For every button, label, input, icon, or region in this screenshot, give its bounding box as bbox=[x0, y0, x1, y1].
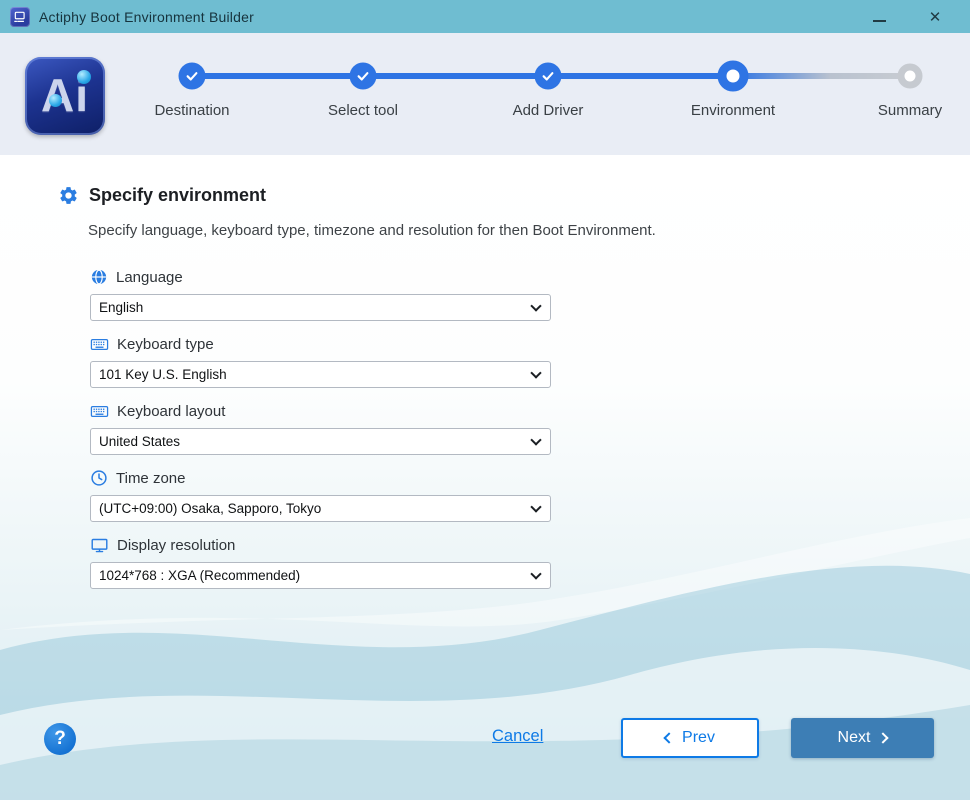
keyboard-layout-select[interactable]: United States bbox=[90, 428, 551, 455]
time-zone-select-wrap: (UTC+09:00) Osaka, Sapporo, Tokyo bbox=[90, 495, 551, 522]
globe-icon bbox=[90, 268, 108, 286]
check-icon bbox=[185, 69, 200, 84]
language-label-row: Language bbox=[90, 268, 551, 286]
page-description: Specify language, keyboard type, timezon… bbox=[88, 222, 656, 239]
keyboard-type-field-group: Keyboard type 101 Key U.S. English bbox=[90, 335, 551, 388]
titlebar: Actiphy Boot Environment Builder ✕ bbox=[0, 0, 970, 33]
computer-icon bbox=[13, 10, 27, 24]
field-label: Keyboard layout bbox=[117, 403, 225, 420]
keyboard-icon bbox=[90, 335, 109, 354]
step-summary: Summary bbox=[835, 33, 970, 155]
display-resolution-select-wrap: 1024*768 : XGA (Recommended) bbox=[90, 562, 551, 589]
close-button[interactable]: ✕ bbox=[924, 6, 946, 28]
display-resolution-field-group: Display resolution 1024*768 : XGA (Recom… bbox=[90, 536, 551, 589]
language-select[interactable]: English bbox=[90, 294, 551, 321]
page-title: Specify environment bbox=[89, 185, 266, 206]
clock-icon bbox=[90, 469, 108, 487]
chevron-right-icon bbox=[878, 732, 889, 743]
next-button-label: Next bbox=[838, 729, 871, 747]
keyboard-type-select-wrap: 101 Key U.S. English bbox=[90, 361, 551, 388]
main-content: Specify environment Specify language, ke… bbox=[0, 155, 970, 800]
step-completed-icon bbox=[350, 63, 377, 90]
time-zone-select[interactable]: (UTC+09:00) Osaka, Sapporo, Tokyo bbox=[90, 495, 551, 522]
wizard-stepper: Ai Destination Select tool bbox=[0, 33, 970, 155]
logo-text: Ai bbox=[25, 57, 105, 133]
keyboard-type-select[interactable]: 101 Key U.S. English bbox=[90, 361, 551, 388]
step-destination: Destination bbox=[117, 33, 267, 155]
app-window: Actiphy Boot Environment Builder ✕ Ai bbox=[0, 0, 970, 800]
cancel-link[interactable]: Cancel bbox=[492, 727, 543, 746]
step-label: Destination bbox=[117, 102, 267, 119]
next-button[interactable]: Next bbox=[791, 718, 934, 758]
question-mark-icon: ? bbox=[54, 728, 66, 750]
keyboard-layout-field-group: Keyboard layout United States bbox=[90, 402, 551, 455]
page-header: Specify environment bbox=[58, 185, 266, 206]
prev-button-label: Prev bbox=[682, 729, 715, 747]
step-select-tool: Select tool bbox=[288, 33, 438, 155]
logo-dot-a bbox=[49, 94, 62, 107]
keyboard-layout-label-row: Keyboard layout bbox=[90, 402, 551, 420]
keyboard-icon bbox=[90, 402, 109, 421]
prev-button[interactable]: Prev bbox=[621, 718, 759, 758]
check-icon bbox=[541, 69, 556, 84]
step-label: Add Driver bbox=[473, 102, 623, 119]
step-label: Select tool bbox=[288, 102, 438, 119]
actiphy-logo: Ai bbox=[25, 57, 105, 135]
window-controls: ✕ bbox=[868, 6, 960, 28]
window-title: Actiphy Boot Environment Builder bbox=[39, 9, 254, 25]
keyboard-type-label-row: Keyboard type bbox=[90, 335, 551, 353]
keyboard-layout-select-wrap: United States bbox=[90, 428, 551, 455]
step-completed-icon bbox=[179, 63, 206, 90]
minimize-icon bbox=[873, 20, 886, 22]
time-zone-field-group: Time zone (UTC+09:00) Osaka, Sapporo, To… bbox=[90, 469, 551, 522]
step-label: Environment bbox=[658, 102, 808, 119]
logo-dot-i bbox=[77, 70, 91, 84]
display-resolution-select[interactable]: 1024*768 : XGA (Recommended) bbox=[90, 562, 551, 589]
chevron-left-icon bbox=[663, 732, 674, 743]
close-icon: ✕ bbox=[929, 8, 942, 26]
step-current-icon bbox=[718, 61, 749, 92]
language-select-wrap: English bbox=[90, 294, 551, 321]
field-label: Time zone bbox=[116, 470, 185, 487]
step-environment: Environment bbox=[658, 33, 808, 155]
environment-form: Language English bbox=[90, 268, 551, 603]
display-resolution-label-row: Display resolution bbox=[90, 536, 551, 554]
step-label: Summary bbox=[835, 102, 970, 119]
language-field-group: Language English bbox=[90, 268, 551, 321]
help-button[interactable]: ? bbox=[44, 723, 76, 755]
field-label: Keyboard type bbox=[117, 336, 214, 353]
step-add-driver: Add Driver bbox=[473, 33, 623, 155]
check-icon bbox=[356, 69, 371, 84]
time-zone-label-row: Time zone bbox=[90, 469, 551, 487]
app-icon bbox=[10, 7, 30, 27]
field-label: Display resolution bbox=[117, 537, 235, 554]
monitor-icon bbox=[90, 536, 109, 555]
step-upcoming-icon bbox=[898, 64, 923, 89]
gear-icon bbox=[58, 185, 79, 206]
minimize-button[interactable] bbox=[868, 6, 890, 28]
field-label: Language bbox=[116, 269, 183, 286]
step-completed-icon bbox=[535, 63, 562, 90]
